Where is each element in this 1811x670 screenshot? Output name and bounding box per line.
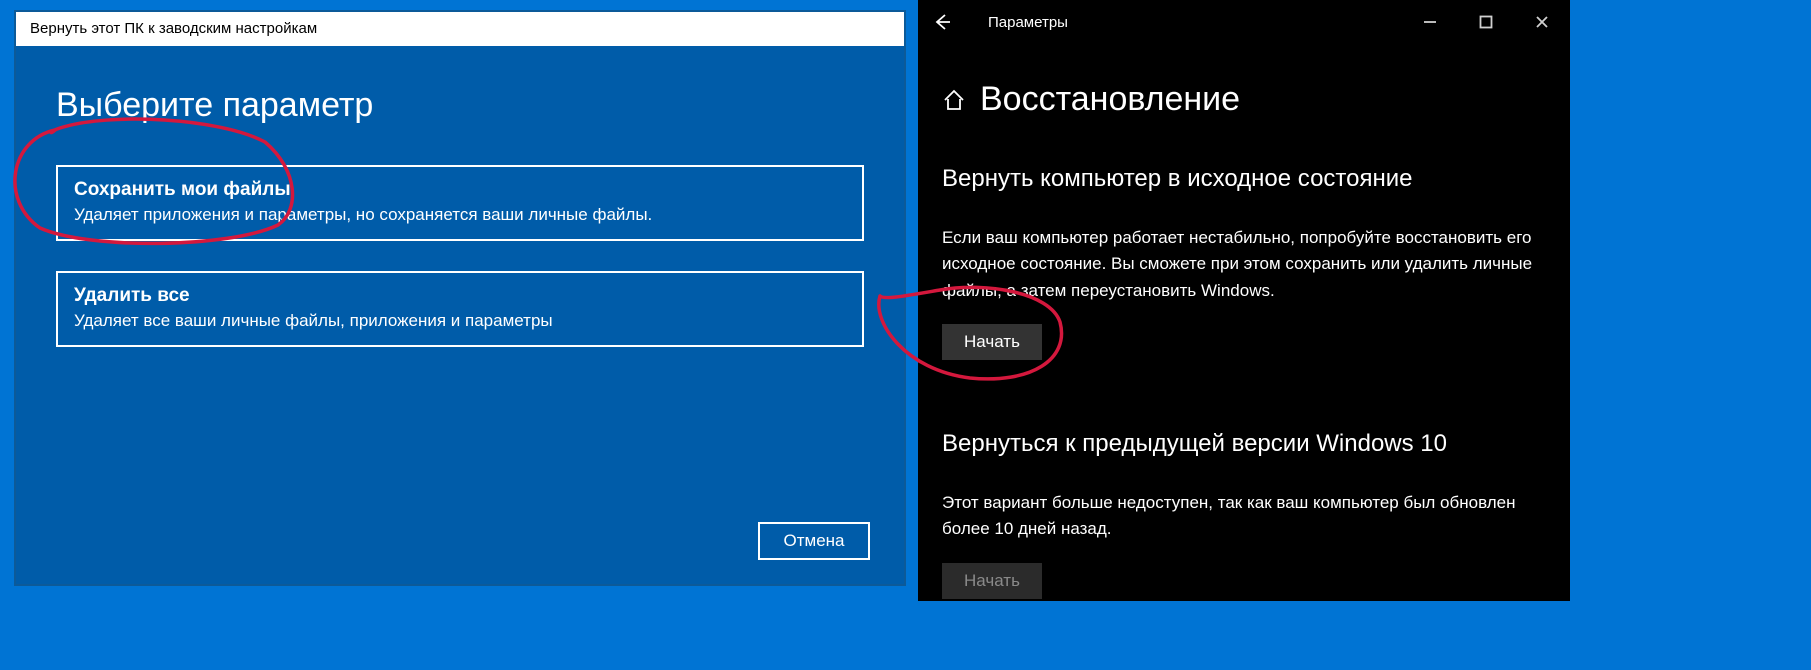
reset-heading: Выберите параметр xyxy=(56,86,864,125)
reset-dialog-body: Выберите параметр Сохранить мои файлы Уд… xyxy=(16,46,904,347)
start-rollback-button: Начать xyxy=(942,563,1042,599)
settings-titlebar-label: Параметры xyxy=(988,14,1402,31)
arrow-left-icon xyxy=(933,13,951,31)
option-remove-all[interactable]: Удалить все Удаляет все ваши личные файл… xyxy=(56,271,864,347)
maximize-button[interactable] xyxy=(1458,0,1514,44)
close-button[interactable] xyxy=(1514,0,1570,44)
settings-body: Восстановление Вернуть компьютер в исход… xyxy=(918,80,1570,599)
option-keep-files-desc: Удаляет приложения и параметры, но сохра… xyxy=(74,205,846,225)
minimize-icon xyxy=(1423,15,1437,29)
home-icon xyxy=(942,88,966,112)
cancel-button[interactable]: Отмена xyxy=(758,522,870,560)
option-keep-files[interactable]: Сохранить мои файлы Удаляет приложения и… xyxy=(56,165,864,241)
page-title-row: Восстановление xyxy=(942,80,1546,119)
settings-titlebar: Параметры xyxy=(918,0,1570,44)
settings-window: Параметры Восстановление Вернуть компьют… xyxy=(918,0,1570,601)
section-reset-text: Если ваш компьютер работает нестабильно,… xyxy=(942,225,1546,304)
start-reset-button[interactable]: Начать xyxy=(942,324,1042,360)
close-icon xyxy=(1535,15,1549,29)
option-remove-all-desc: Удаляет все ваши личные файлы, приложени… xyxy=(74,311,846,331)
section-reset-heading: Вернуть компьютер в исходное состояние xyxy=(942,165,1546,193)
minimize-button[interactable] xyxy=(1402,0,1458,44)
option-keep-files-title: Сохранить мои файлы xyxy=(74,179,846,201)
back-button[interactable] xyxy=(918,0,966,44)
option-remove-all-title: Удалить все xyxy=(74,285,846,307)
section-rollback-heading: Вернуться к предыдущей версии Windows 10 xyxy=(942,430,1546,458)
reset-dialog: Вернуть этот ПК к заводским настройкам В… xyxy=(14,10,906,586)
spacer xyxy=(942,360,1546,430)
section-rollback-text: Этот вариант больше недоступен, так как … xyxy=(942,490,1546,543)
maximize-icon xyxy=(1479,15,1493,29)
reset-dialog-title: Вернуть этот ПК к заводским настройкам xyxy=(16,12,904,46)
page-title: Восстановление xyxy=(980,80,1240,119)
